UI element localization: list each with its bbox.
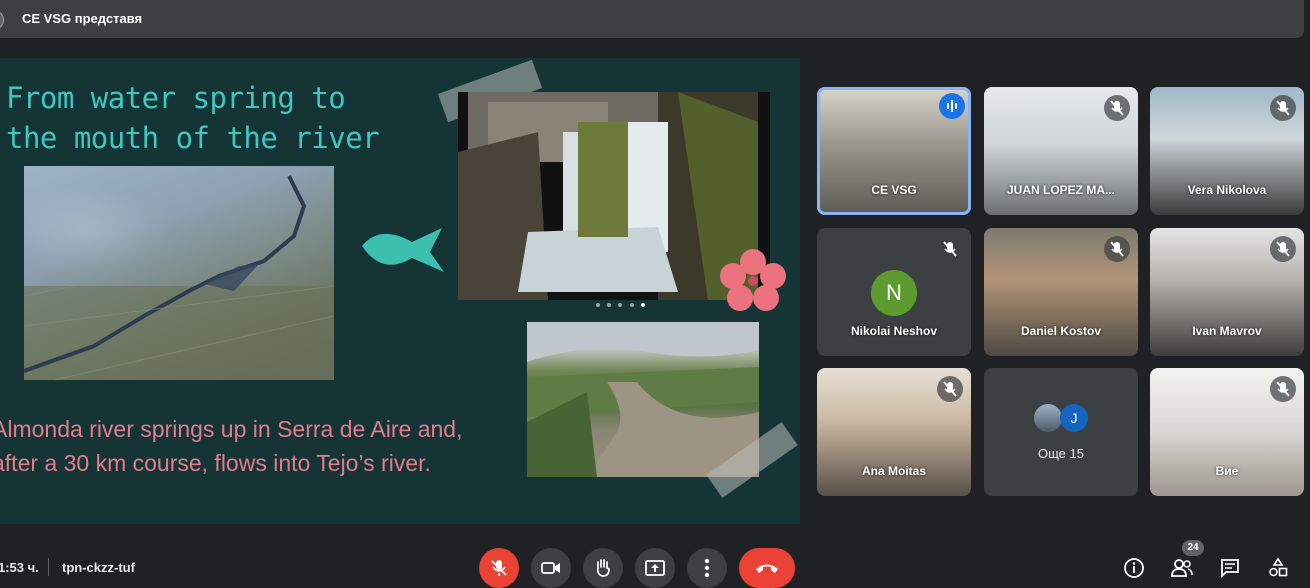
participant-tile[interactable]: Daniel Kostov	[984, 228, 1138, 356]
meeting-controls-bar: 1:53 ч. tpn-ckzz-tuf 24	[0, 540, 1310, 588]
toggle-camera-button[interactable]	[531, 548, 571, 588]
participant-name: Daniel Kostov	[1020, 324, 1101, 338]
mic-off-glyph	[1110, 100, 1124, 116]
activities-button[interactable]	[1264, 554, 1292, 582]
mic-off-glyph	[1276, 100, 1290, 116]
carousel-dot	[606, 303, 611, 307]
mic-off-icon	[1104, 236, 1130, 262]
speaking-indicator-icon	[939, 93, 965, 119]
participant-initial-avatar: N	[871, 270, 917, 316]
audio-wave-icon	[947, 100, 957, 112]
mic-off-icon	[937, 376, 963, 402]
raise-hand-button[interactable]	[583, 548, 623, 588]
carousel-dot	[629, 303, 634, 307]
slide-caption-line1: Almonda river springs up in Serra de Air…	[0, 416, 463, 442]
more-participants-tile[interactable]: J Още 15	[984, 368, 1138, 496]
fish-icon	[362, 228, 444, 272]
participant-name: Vera Nikolova	[1187, 183, 1267, 197]
mic-off-glyph	[1276, 241, 1290, 257]
chat-icon	[1221, 559, 1239, 579]
hand-icon	[597, 559, 610, 577]
slide-caption: Almonda river springs up in Serra de Air…	[0, 412, 552, 480]
presenter-avatar	[0, 10, 4, 30]
participant-name: Nikolai Neshov	[850, 324, 938, 338]
participant-mini-avatar	[1034, 404, 1062, 432]
participant-mini-initial: J	[1060, 404, 1088, 432]
participant-tile[interactable]: Vera Nikolova	[1150, 87, 1304, 215]
info-icon	[1124, 558, 1144, 578]
activities-icon	[1269, 557, 1288, 577]
fish-decoration	[360, 224, 446, 281]
slide-title-line2: the mouth of the river	[6, 121, 380, 155]
more-options-button[interactable]	[687, 548, 727, 588]
carousel-dots	[594, 294, 647, 312]
mic-off-icon	[937, 236, 963, 262]
meeting-time: 1:53 ч.	[0, 560, 39, 575]
more-vert-icon	[704, 558, 710, 578]
camera-icon	[541, 562, 560, 574]
participant-name: CE VSG	[871, 183, 917, 197]
participant-tile[interactable]: N Nikolai Neshov	[817, 228, 971, 356]
carousel-dot	[618, 303, 623, 307]
mic-off-glyph	[943, 241, 957, 257]
participant-tile[interactable]: Ivan Mavrov	[1150, 228, 1304, 356]
leave-call-button[interactable]	[739, 548, 795, 588]
presenter-label: CE VSG представя	[22, 11, 143, 26]
mic-off-icon	[1270, 236, 1296, 262]
presenter-bar: CE VSG представя	[0, 0, 1304, 38]
slide-caption-line2: after a 30 km course, flows into Tejo’s …	[0, 450, 431, 476]
show-everyone-button[interactable]	[1168, 554, 1196, 582]
more-participants-label: Още 15	[1038, 446, 1084, 461]
participant-tile[interactable]: Вие	[1150, 368, 1304, 496]
participant-name: Ana Moitas	[861, 464, 926, 478]
participant-tile[interactable]: JUAN LOPEZ MA...	[984, 87, 1138, 215]
present-screen-button[interactable]	[635, 548, 675, 588]
carousel-dot-active	[641, 303, 646, 307]
slide-title-line1: From water spring to	[6, 81, 346, 115]
mic-off-glyph	[943, 381, 957, 397]
participant-name: Вие	[1215, 464, 1239, 478]
river-landscape-drawing	[527, 322, 759, 477]
participant-name: JUAN LOPEZ MA...	[1006, 183, 1115, 197]
people-icon	[1171, 559, 1193, 577]
participant-tile[interactable]: CE VSG	[817, 87, 971, 215]
flower-decoration	[718, 248, 788, 319]
mic-off-icon	[491, 560, 507, 576]
aerial-river-drawing	[24, 175, 334, 380]
mic-off-glyph	[1110, 241, 1124, 257]
more-participants-avatars: J	[1034, 404, 1094, 434]
mic-off-icon	[1270, 376, 1296, 402]
aerial-river-photo	[24, 166, 334, 380]
meeting-details-button[interactable]	[1120, 554, 1148, 582]
divider	[48, 558, 49, 576]
mic-off-icon	[1104, 95, 1130, 121]
mic-off-icon	[1270, 95, 1296, 121]
hang-up-icon	[756, 564, 778, 573]
flower-icon	[720, 249, 786, 311]
toggle-mic-button[interactable]	[479, 548, 519, 588]
chat-button[interactable]	[1216, 554, 1244, 582]
carousel-dot	[595, 303, 600, 307]
participant-name: Ivan Mavrov	[1192, 324, 1262, 338]
presentation-slide: From water spring to the mouth of the ri…	[0, 58, 800, 524]
meeting-code: tpn-ckzz-tuf	[62, 560, 135, 575]
slide-title: From water spring to the mouth of the ri…	[6, 78, 426, 158]
river-landscape-photo	[527, 322, 759, 477]
present-screen-icon	[645, 560, 665, 576]
participant-tile[interactable]: Ana Moitas	[817, 368, 971, 496]
mic-off-glyph	[1276, 381, 1290, 397]
